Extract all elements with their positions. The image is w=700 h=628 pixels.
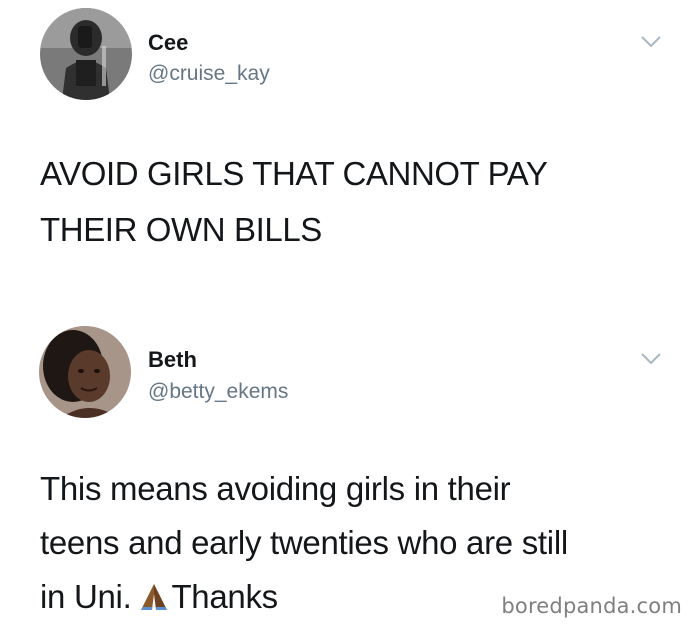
folded-hands-icon xyxy=(139,574,169,628)
chevron-down-icon[interactable] xyxy=(640,352,662,366)
tweet-text-line: AVOID GIRLS THAT CANNOT PAY xyxy=(40,155,548,192)
tweet-card: Beth @betty_ekems This means avoiding gi… xyxy=(0,318,700,628)
tweet-text: AVOID GIRLS THAT CANNOT PAY THEIR OWN BI… xyxy=(40,146,680,258)
display-name[interactable]: Cee xyxy=(148,30,188,56)
user-handle[interactable]: @betty_ekems xyxy=(148,380,288,404)
chevron-down-icon[interactable] xyxy=(640,35,662,49)
tweet-text-line: teens and early twenties who are still xyxy=(40,524,568,561)
tweet-text-segment: in Uni. xyxy=(40,578,132,615)
tweet-text-segment: Thanks xyxy=(171,578,278,615)
avatar-photo xyxy=(40,8,132,100)
tweet-card: Cee @cruise_kay AVOID GIRLS THAT CANNOT … xyxy=(0,0,700,300)
tweet-text-line: This means avoiding girls in their xyxy=(40,470,511,507)
avatar[interactable] xyxy=(39,326,131,418)
watermark: boredpanda.com xyxy=(501,594,682,618)
avatar-photo xyxy=(39,326,131,418)
tweet-text-line: THEIR OWN BILLS xyxy=(40,211,322,248)
user-handle[interactable]: @cruise_kay xyxy=(148,62,270,86)
avatar[interactable] xyxy=(40,8,132,100)
display-name[interactable]: Beth xyxy=(148,347,197,373)
